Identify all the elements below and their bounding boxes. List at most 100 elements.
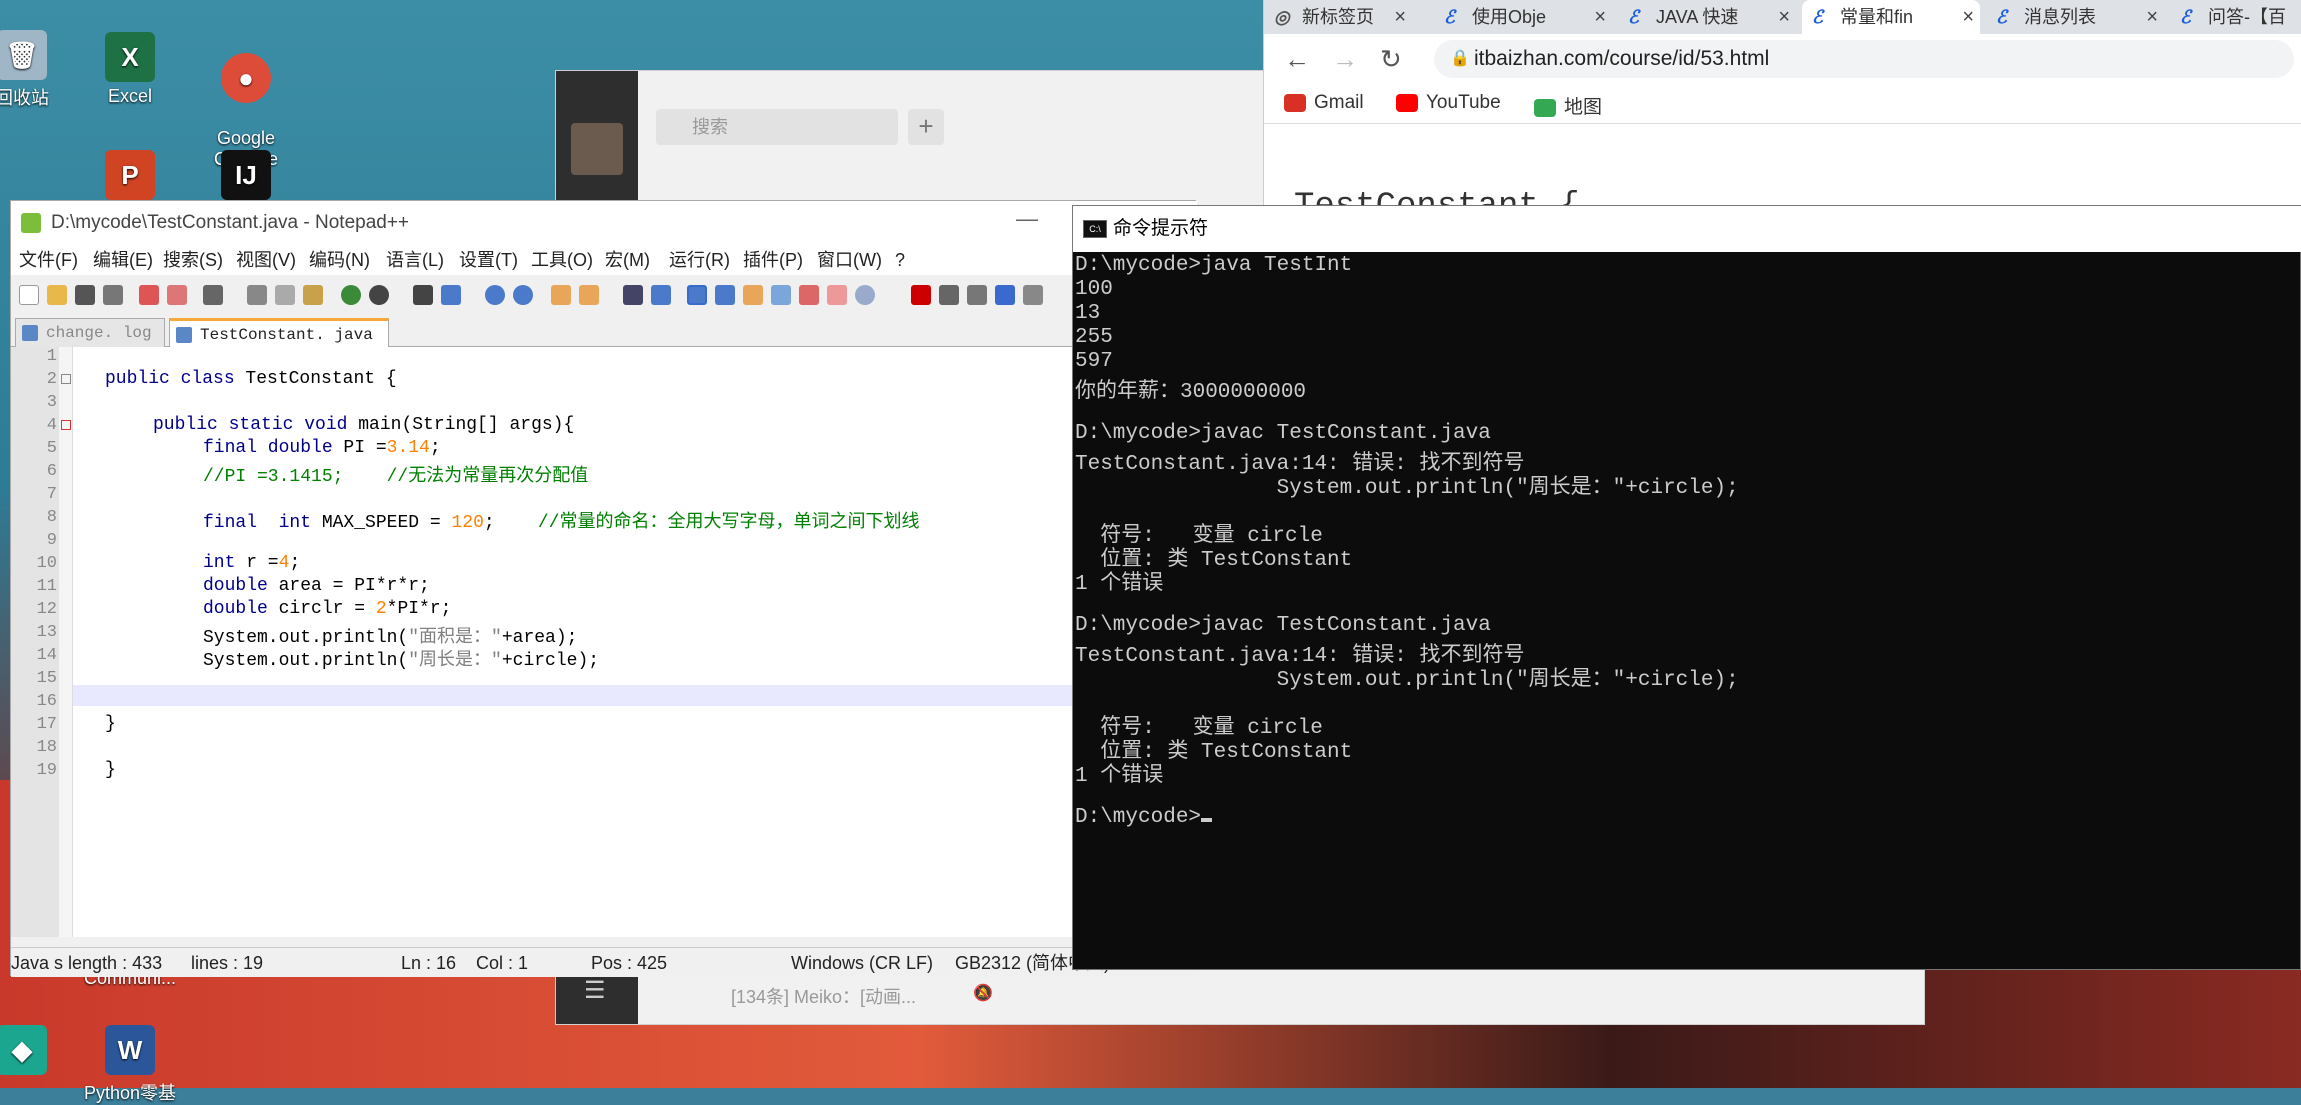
tab-label: 消息列表 [2024,7,2096,27]
avatar[interactable] [571,123,623,175]
play-macro-icon[interactable] [967,285,987,305]
close-icon[interactable]: × [1962,0,1974,34]
undo-icon[interactable] [341,285,361,305]
browser-preview-icon[interactable] [827,285,847,305]
menu-window[interactable]: 窗口(W) [817,245,882,275]
document-map-icon[interactable] [715,285,735,305]
save-all-icon[interactable] [103,285,123,305]
replace-icon[interactable] [441,285,461,305]
console-line: 597 [1075,350,1113,373]
tab-object[interactable]: ℰ 使用Obje × [1434,0,1612,34]
close-file-icon[interactable] [139,285,159,305]
cut-icon[interactable] [247,285,267,305]
recycle-bin-glyph-icon: 🗑 [0,30,47,80]
fold-margin[interactable] [59,347,73,937]
line-number: 10 [36,554,57,573]
save-macro-icon[interactable] [1023,285,1043,305]
redo-icon[interactable] [369,285,389,305]
notepad-file-tabs: change. log× TestConstant. java× [11,315,1197,371]
bookmark-youtube[interactable]: YouTube [1396,92,1501,114]
console-line: 255 [1075,326,1113,349]
save-icon[interactable] [75,285,95,305]
tab-change-log[interactable]: change. log× [15,318,165,369]
close-icon[interactable]: × [2146,0,2158,34]
open-file-icon[interactable] [47,285,67,305]
show-all-chars-icon[interactable] [651,285,671,305]
tab-label: 常量和fin [1840,7,1914,27]
close-icon[interactable]: × [1594,0,1606,34]
menu-view[interactable]: 视图(V) [236,245,296,275]
monitoring-icon[interactable] [799,285,819,305]
run-macro-multiple-icon[interactable] [995,285,1015,305]
fold-marker-icon[interactable] [61,420,71,430]
reload-icon[interactable]: ↻ [1380,44,1402,75]
menu-plugins[interactable]: 插件(P) [743,245,803,275]
line-number: 18 [36,738,57,757]
indent-guide-icon[interactable] [687,285,707,305]
word-shortcut-icon[interactable]: W Python零基 [80,1025,180,1105]
menu-encoding[interactable]: 编码(N) [309,245,370,275]
powerpoint-shortcut-icon[interactable]: P [80,150,180,204]
close-icon[interactable]: × [1778,0,1790,34]
copy-icon[interactable] [275,285,295,305]
address-bar-row: ← → ↻ 🔒 itbaizhan.com/course/id/53.html [1264,34,2301,84]
zoom-in-icon[interactable] [485,285,505,305]
code-editor[interactable]: 1 2 3 4 5 6 7 8 9 10 11 12 13 14 15 16 1… [11,347,1197,937]
print-icon[interactable] [203,285,223,305]
menu-tools[interactable]: 工具(O) [531,245,593,275]
desktop-icon-label: 回收站 [0,88,49,108]
folder-workspace-icon[interactable] [771,285,791,305]
tab-java[interactable]: ℰ JAVA 快速 × [1618,0,1796,34]
back-arrow-icon[interactable]: ← [1284,44,1310,75]
menu-macro[interactable]: 宏(M) [605,245,650,275]
minimize-icon[interactable]: — [1016,197,1038,241]
excel-shortcut-icon[interactable]: X Excel [80,32,180,107]
word-wrap-icon[interactable] [623,285,643,305]
line-number: 5 [46,439,57,458]
menu-edit[interactable]: 编辑(E) [93,245,153,275]
bookmark-maps[interactable]: 地图 [1534,92,1602,119]
tab-testconstant[interactable]: TestConstant. java× [169,318,389,371]
tab-label: JAVA 快速 [1656,7,1739,27]
intellij-shortcut-icon[interactable]: IJ [196,150,296,204]
url-input[interactable]: 🔒 itbaizhan.com/course/id/53.html [1434,40,2294,78]
menu-icon[interactable]: ☰ [584,976,606,1005]
app-shortcut-icon[interactable]: ◆ [0,1025,72,1079]
menu-run[interactable]: 运行(R) [669,245,730,275]
record-macro-icon[interactable] [911,285,931,305]
powerpoint-icon: P [105,150,155,200]
menu-search[interactable]: 搜索(S) [163,245,223,275]
tab-qa[interactable]: ℰ 问答-【百 [2170,0,2301,34]
tab-constant[interactable]: ℰ 常量和fin × [1802,0,1980,34]
forward-arrow-icon[interactable]: → [1332,44,1358,75]
code-line: double circlr = 2*PI*r; [203,599,452,619]
menu-language[interactable]: 语言(L) [386,245,444,275]
close-icon[interactable]: × [1394,0,1406,34]
search-input[interactable]: 搜索 [656,109,898,145]
line-number: 11 [36,577,57,596]
bookmark-gmail[interactable]: Gmail [1284,92,1364,114]
cmd-console[interactable]: D:\mycode>java TestInt 100 13 255 597 你的… [1073,252,2301,971]
add-button[interactable]: + [908,109,944,145]
chat-last-message[interactable]: [134条] Meiko：[动画... [731,983,916,1009]
new-file-icon[interactable] [19,285,39,305]
tab-messages[interactable]: ℰ 消息列表 × [1986,0,2164,34]
text-cursor [1201,818,1213,822]
menu-file[interactable]: 文件(F) [19,245,78,275]
close-all-icon[interactable] [167,285,187,305]
sync-horizontal-icon[interactable] [579,285,599,305]
fold-marker-icon[interactable] [61,374,71,384]
sync-vertical-icon[interactable] [551,285,571,305]
line-number: 17 [36,715,57,734]
recycle-bin-icon[interactable]: 🗑 回收站 [0,30,72,110]
console-line: 13 [1075,302,1101,325]
eye-icon[interactable] [855,285,875,305]
tab-new-tab[interactable]: ◎ 新标签页 × [1264,0,1412,34]
stop-macro-icon[interactable] [939,285,959,305]
zoom-out-icon[interactable] [513,285,533,305]
paste-icon[interactable] [303,285,323,305]
menu-settings[interactable]: 设置(T) [459,245,518,275]
menu-help[interactable]: ? [895,245,905,275]
function-list-icon[interactable] [743,285,763,305]
find-icon[interactable] [413,285,433,305]
